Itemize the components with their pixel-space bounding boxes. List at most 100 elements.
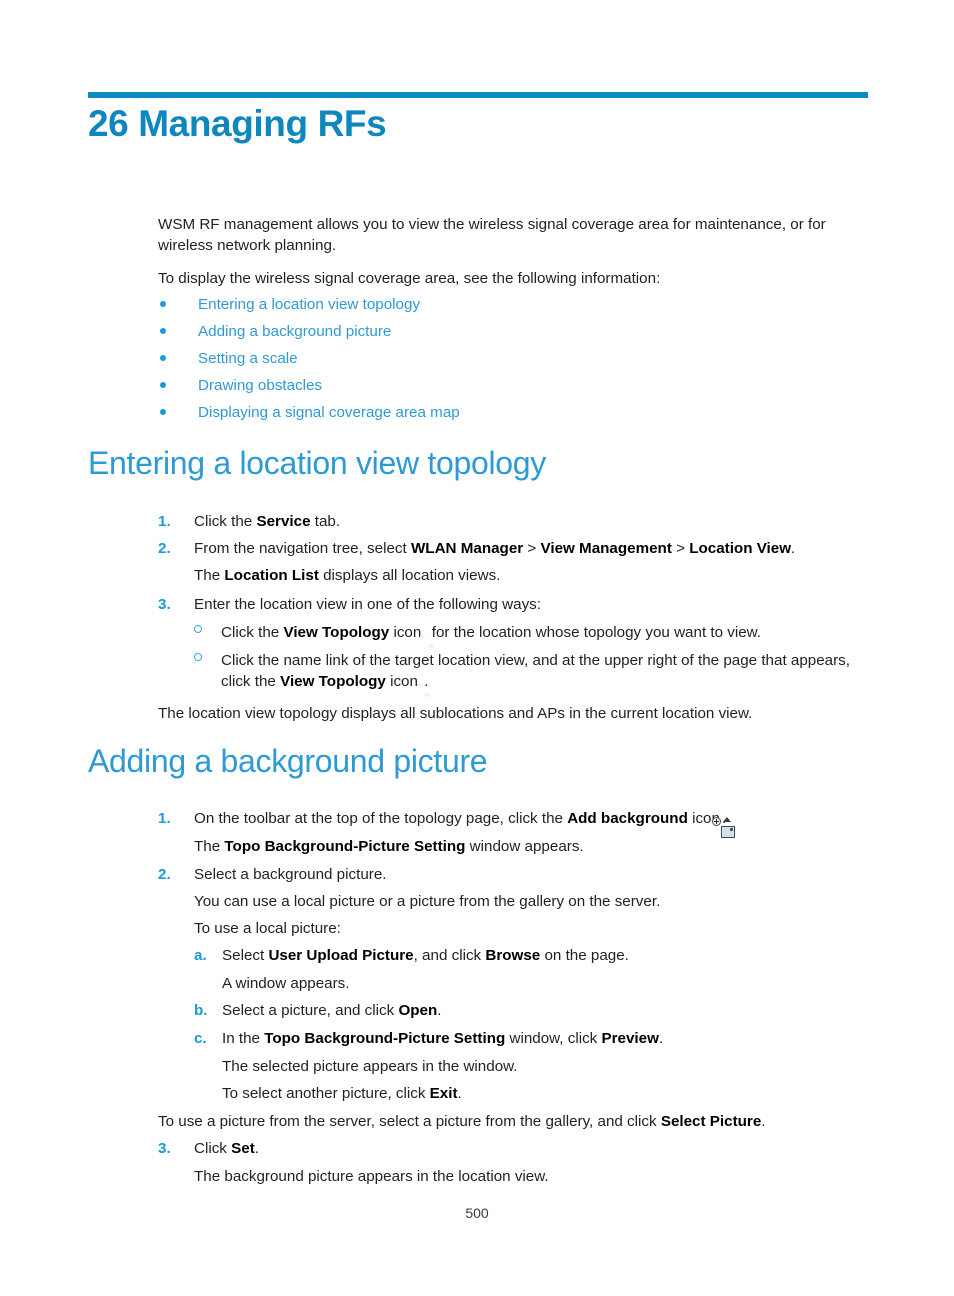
intro-paragraph-2: To display the wireless signal coverage … [158,270,661,287]
followup-tail: window appears. [465,838,584,855]
section-heading-entering-location-view-topology: Entering a location view topology [88,445,546,481]
step-3-followup: The background picture appears in the lo… [194,1168,549,1185]
hollow-circle-bullet-icon [194,625,202,633]
step-text: Click Set. [194,1138,870,1159]
link-entering-location-view-topology[interactable]: Entering a location view topology [198,294,420,316]
ui-label-topo-background-picture-setting: Topo Background-Picture Setting [264,1030,506,1047]
substep-text: Click the name link of the target locati… [221,650,861,692]
link-displaying-signal-coverage-area-map[interactable]: Displaying a signal coverage area map [198,402,460,424]
substep-text: Select a picture, and click Open. [222,1000,862,1021]
step-text-tail: tab. [310,513,341,530]
step-1-background-followup: The Topo Background-Picture Setting wind… [194,836,870,857]
substep-tail: . [437,1002,442,1019]
step-number: 1. [158,810,171,827]
ui-label-location-list: Location List [224,567,319,584]
bullet-icon [160,382,166,388]
substep-tail: . [424,673,429,690]
substep-marker: a. [194,947,207,964]
step-number: 1. [158,513,171,530]
server-line-tail: . [761,1113,766,1130]
bullet-icon [160,301,166,307]
step-text-lead: From the navigation tree, select [194,540,411,557]
nav-separator: > [671,540,690,557]
hollow-circle-bullet-icon [194,653,202,661]
substep-lead: Click the [221,624,284,641]
substep-lead: In the [222,1030,265,1047]
step-text: Enter the location view in one of the fo… [194,596,541,613]
step-text: From the navigation tree, select WLAN Ma… [194,538,870,559]
step-number: 2. [158,540,171,557]
substep-marker: b. [194,1002,208,1019]
topology-closing-paragraph: The location view topology displays all … [158,705,753,722]
document-page: 26 Managing RFs WSM RF management allows… [0,0,954,1296]
substep-c-followup-1: The selected picture appears in the wind… [222,1058,518,1075]
list-item[interactable]: Drawing obstacles [158,375,858,402]
step-text-tail: . [254,1140,259,1157]
section-heading-adding-background-picture: Adding a background picture [88,743,488,779]
substep-c-followup-2: To select another picture, click Exit. [222,1083,870,1104]
substep-mid: icon [389,624,426,641]
substep-lead: Select [222,947,269,964]
step-text: Select a background picture. [194,866,387,883]
bullet-icon [160,409,166,415]
substep-mid: , and click [413,947,486,964]
followup-lead: The [194,838,225,855]
step-text: Click the Service tab. [194,511,870,532]
step-2-server-picture-line: To use a picture from the server, select… [158,1111,870,1132]
ui-label-wlan-manager: WLAN Manager [410,540,524,557]
followup-lead: The [194,567,225,584]
substep-text: In the Topo Background-Picture Setting w… [222,1028,862,1049]
list-item[interactable]: Setting a scale [158,348,858,375]
followup-tail: . [457,1085,462,1102]
ui-label-preview: Preview [601,1030,659,1047]
ui-label-view-topology: View Topology [280,673,386,690]
step-text-lead: On the toolbar at the top of the topolog… [194,810,568,827]
intro-paragraph-1: WSM RF management allows you to view the… [158,216,826,254]
chapter-title: 26 Managing RFs [88,103,387,144]
step-number: 3. [158,596,171,613]
step-text-lead: Click [194,1140,232,1157]
ui-label-set: Set [231,1140,255,1157]
bullet-icon [160,328,166,334]
step-text: On the toolbar at the top of the topolog… [194,808,870,838]
list-item[interactable]: Displaying a signal coverage area map [158,402,858,429]
chapter-rule [88,92,868,98]
ui-label-view-topology: View Topology [283,624,390,641]
step-number: 2. [158,866,171,883]
link-drawing-obstacles[interactable]: Drawing obstacles [198,375,322,397]
link-setting-a-scale[interactable]: Setting a scale [198,348,298,370]
substep-mid: icon [385,673,423,690]
step-2-line-2: You can use a local picture or a picture… [194,893,661,910]
substep-lead: Select a picture, and click [222,1002,399,1019]
ui-label-add-background: Add background [567,810,688,827]
ui-label-open: Open [398,1002,438,1019]
bullet-icon [160,355,166,361]
ui-label-topo-background-picture-setting: Topo Background-Picture Setting [224,838,466,855]
substep-tail: . [658,1030,664,1047]
followup-lead: To select another picture, click [222,1085,430,1102]
step-2-line-3: To use a local picture: [194,920,341,937]
step-text-tail: . [791,540,796,557]
list-item[interactable]: Entering a location view topology [158,294,858,321]
substep-a-followup: A window appears. [222,975,350,992]
substep-tail: for the location whose topology you want… [427,624,762,641]
ui-label-select-picture: Select Picture [660,1113,762,1130]
ui-label-exit: Exit [429,1085,458,1102]
nav-separator: > [523,540,541,557]
ui-label-service: Service [256,513,311,530]
substep-mid: window, click [505,1030,602,1047]
substep-text: Select User Upload Picture, and click Br… [222,945,862,966]
topic-link-list: Entering a location view topology Adding… [158,294,858,429]
substep-text: Click the View Topology icon for the loc… [221,622,861,643]
link-adding-background-picture[interactable]: Adding a background picture [198,321,391,343]
ui-label-location-view: Location View [689,540,792,557]
ui-label-user-upload-picture: User Upload Picture [268,947,414,964]
list-item[interactable]: Adding a background picture [158,321,858,348]
server-line-lead: To use a picture from the server, select… [158,1113,661,1130]
step-number: 3. [158,1140,171,1157]
ui-label-view-management: View Management [540,540,672,557]
substep-marker: c. [194,1030,207,1047]
followup-tail: displays all location views. [318,567,501,584]
step-2-followup: The Location List displays all location … [194,565,870,586]
step-text-lead: Click the [194,513,257,530]
